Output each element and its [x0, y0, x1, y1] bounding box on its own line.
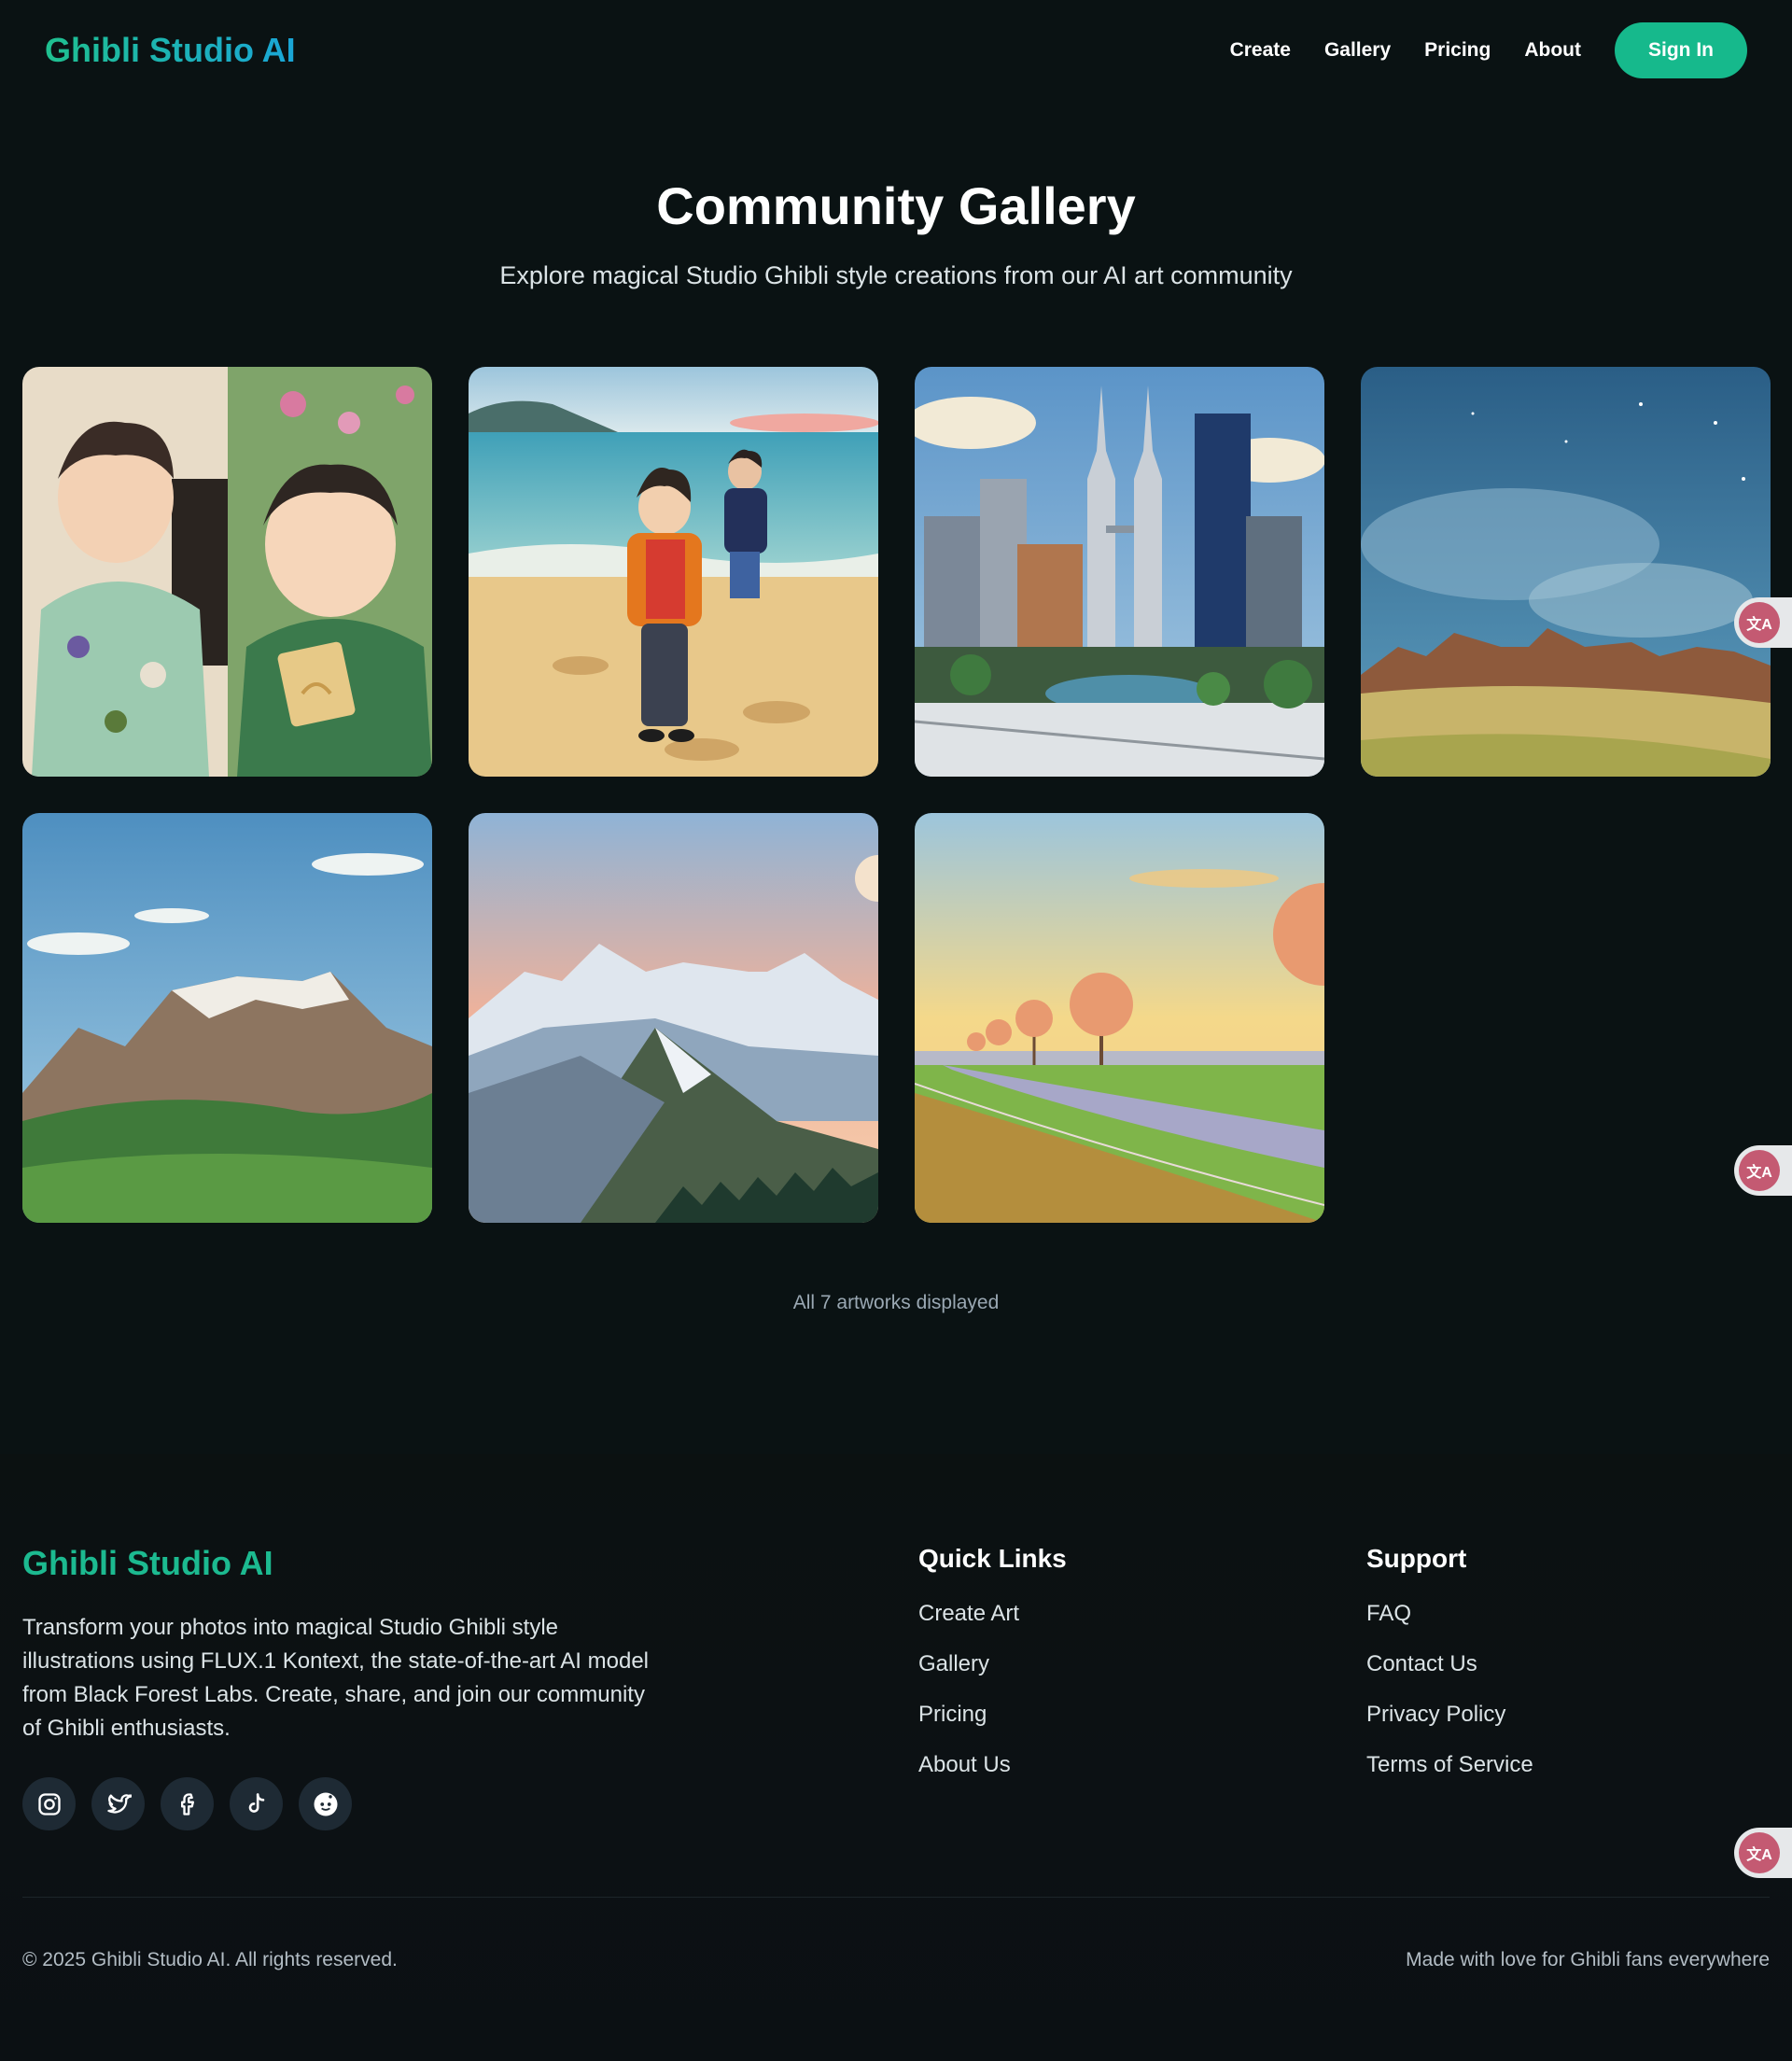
page-title: Community Gallery	[656, 176, 1136, 235]
gallery-item-city-towers[interactable]	[915, 367, 1324, 777]
gallery-item-snowy-peaks[interactable]	[469, 813, 878, 1223]
gallery-item-green-mountain[interactable]	[22, 813, 432, 1223]
site-logo[interactable]: Ghibli Studio AI	[45, 31, 296, 70]
footer-link-faq[interactable]: FAQ	[1366, 1598, 1533, 1648]
gallery-item-sunset-road[interactable]	[915, 813, 1324, 1223]
tiktok-icon[interactable]	[230, 1777, 283, 1830]
footer-link-gallery[interactable]: Gallery	[918, 1648, 1067, 1699]
nav-pricing[interactable]: Pricing	[1424, 39, 1491, 62]
nav-gallery[interactable]: Gallery	[1324, 39, 1391, 62]
translate-float-button[interactable]: 文A	[1734, 1828, 1792, 1878]
footer-link-contact-us[interactable]: Contact Us	[1366, 1648, 1533, 1699]
copyright: © 2025 Ghibli Studio AI. All rights rese…	[22, 1949, 398, 1970]
footer-divider	[22, 1897, 1770, 1898]
support-heading: Support	[1366, 1544, 1467, 1573]
twitter-icon[interactable]	[91, 1777, 145, 1830]
gallery-grid	[22, 367, 1771, 1224]
translate-float-button[interactable]: 文A	[1734, 1145, 1792, 1196]
gallery-item-beach-boy[interactable]	[469, 367, 878, 777]
gallery-item-starry-desert[interactable]	[1361, 367, 1771, 777]
instagram-icon[interactable]	[22, 1777, 76, 1830]
footer-description: Transform your photos into magical Studi…	[22, 1615, 649, 1741]
footer-brand: Ghibli Studio AI	[22, 1544, 273, 1582]
artwork-image	[22, 813, 432, 1223]
footer-link-pricing[interactable]: Pricing	[918, 1699, 1067, 1749]
footer-link-terms-of-service[interactable]: Terms of Service	[1366, 1749, 1533, 1800]
sign-in-button[interactable]: Sign In	[1615, 22, 1747, 78]
artwork-image	[915, 367, 1324, 777]
main-nav: Create Gallery Pricing About Sign In	[1197, 22, 1747, 78]
page-subtitle: Explore magical Studio Ghibli style crea…	[499, 261, 1293, 289]
translate-icon: 文A	[1739, 1832, 1780, 1873]
facebook-icon[interactable]	[161, 1777, 214, 1830]
artwork-image	[469, 367, 878, 777]
footer-link-create-art[interactable]: Create Art	[918, 1598, 1067, 1648]
artwork-image	[915, 813, 1324, 1223]
nav-about[interactable]: About	[1524, 39, 1581, 62]
site-footer: Ghibli Studio AI Transform your photos i…	[0, 1454, 1792, 2061]
gallery-status: All 7 artworks displayed	[792, 1292, 1000, 1313]
gallery-item-boys-portrait[interactable]	[22, 367, 432, 777]
reddit-icon[interactable]	[299, 1777, 352, 1830]
footer-support: Support FAQ Contact Us Privacy Policy Te…	[1366, 1544, 1533, 1800]
nav-create[interactable]: Create	[1230, 39, 1291, 62]
footer-quick-links: Quick Links Create Art Gallery Pricing A…	[918, 1544, 1067, 1800]
footer-tagline: Made with love for Ghibli fans everywher…	[1406, 1949, 1770, 1970]
translate-icon: 文A	[1739, 602, 1780, 643]
artwork-image	[1361, 367, 1771, 777]
quick-links-heading: Quick Links	[918, 1544, 1067, 1573]
site-header: Ghibli Studio AI Create Gallery Pricing …	[0, 0, 1792, 101]
footer-link-about-us[interactable]: About Us	[918, 1749, 1067, 1800]
artwork-image	[469, 813, 878, 1223]
social-links	[22, 1777, 368, 1830]
artwork-image	[22, 367, 432, 777]
translate-icon: 文A	[1739, 1150, 1780, 1191]
footer-link-privacy-policy[interactable]: Privacy Policy	[1366, 1699, 1533, 1749]
translate-float-button[interactable]: 文A	[1734, 597, 1792, 648]
